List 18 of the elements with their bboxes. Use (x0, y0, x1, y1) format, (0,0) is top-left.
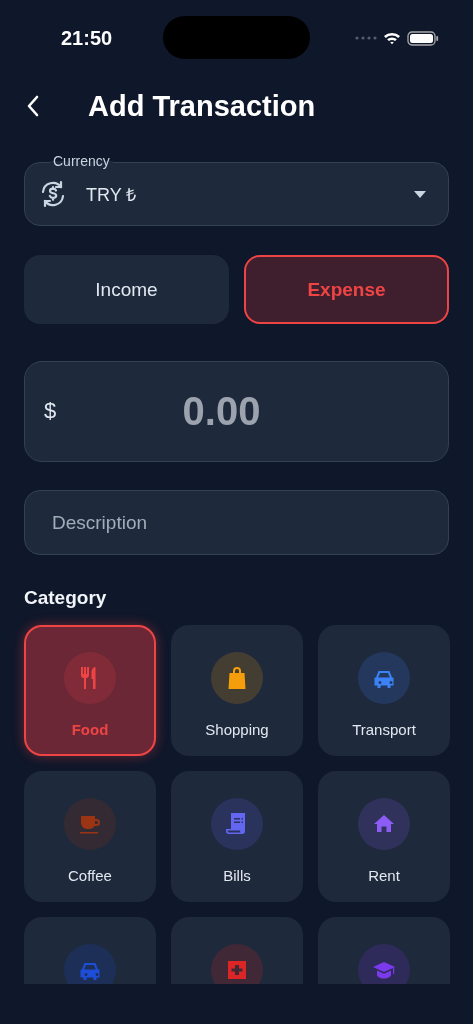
wifi-icon (383, 31, 401, 45)
category-tile[interactable]: Shopping (171, 625, 303, 756)
description-field[interactable]: Description (24, 490, 449, 555)
currency-symbol: $ (44, 398, 57, 424)
dropdown-caret-icon (414, 190, 426, 198)
section-heading: Category (24, 587, 108, 609)
signal-icon (355, 36, 377, 40)
category-tile[interactable]: Bills (171, 771, 303, 902)
category-tile[interactable]: Coffee (24, 771, 156, 902)
back-button[interactable] (26, 95, 40, 117)
status-time: 21:50 (61, 26, 113, 50)
type-toggle-button[interactable]: Income (24, 255, 229, 324)
type-toggle-button[interactable]: Expense (244, 255, 449, 324)
battery-icon (407, 30, 439, 46)
screen-title: Add Transaction (88, 89, 316, 123)
category-tile[interactable]: Rent (318, 771, 450, 902)
category-tile[interactable]: Transport (318, 625, 450, 756)
field-label: Currency (50, 153, 113, 169)
